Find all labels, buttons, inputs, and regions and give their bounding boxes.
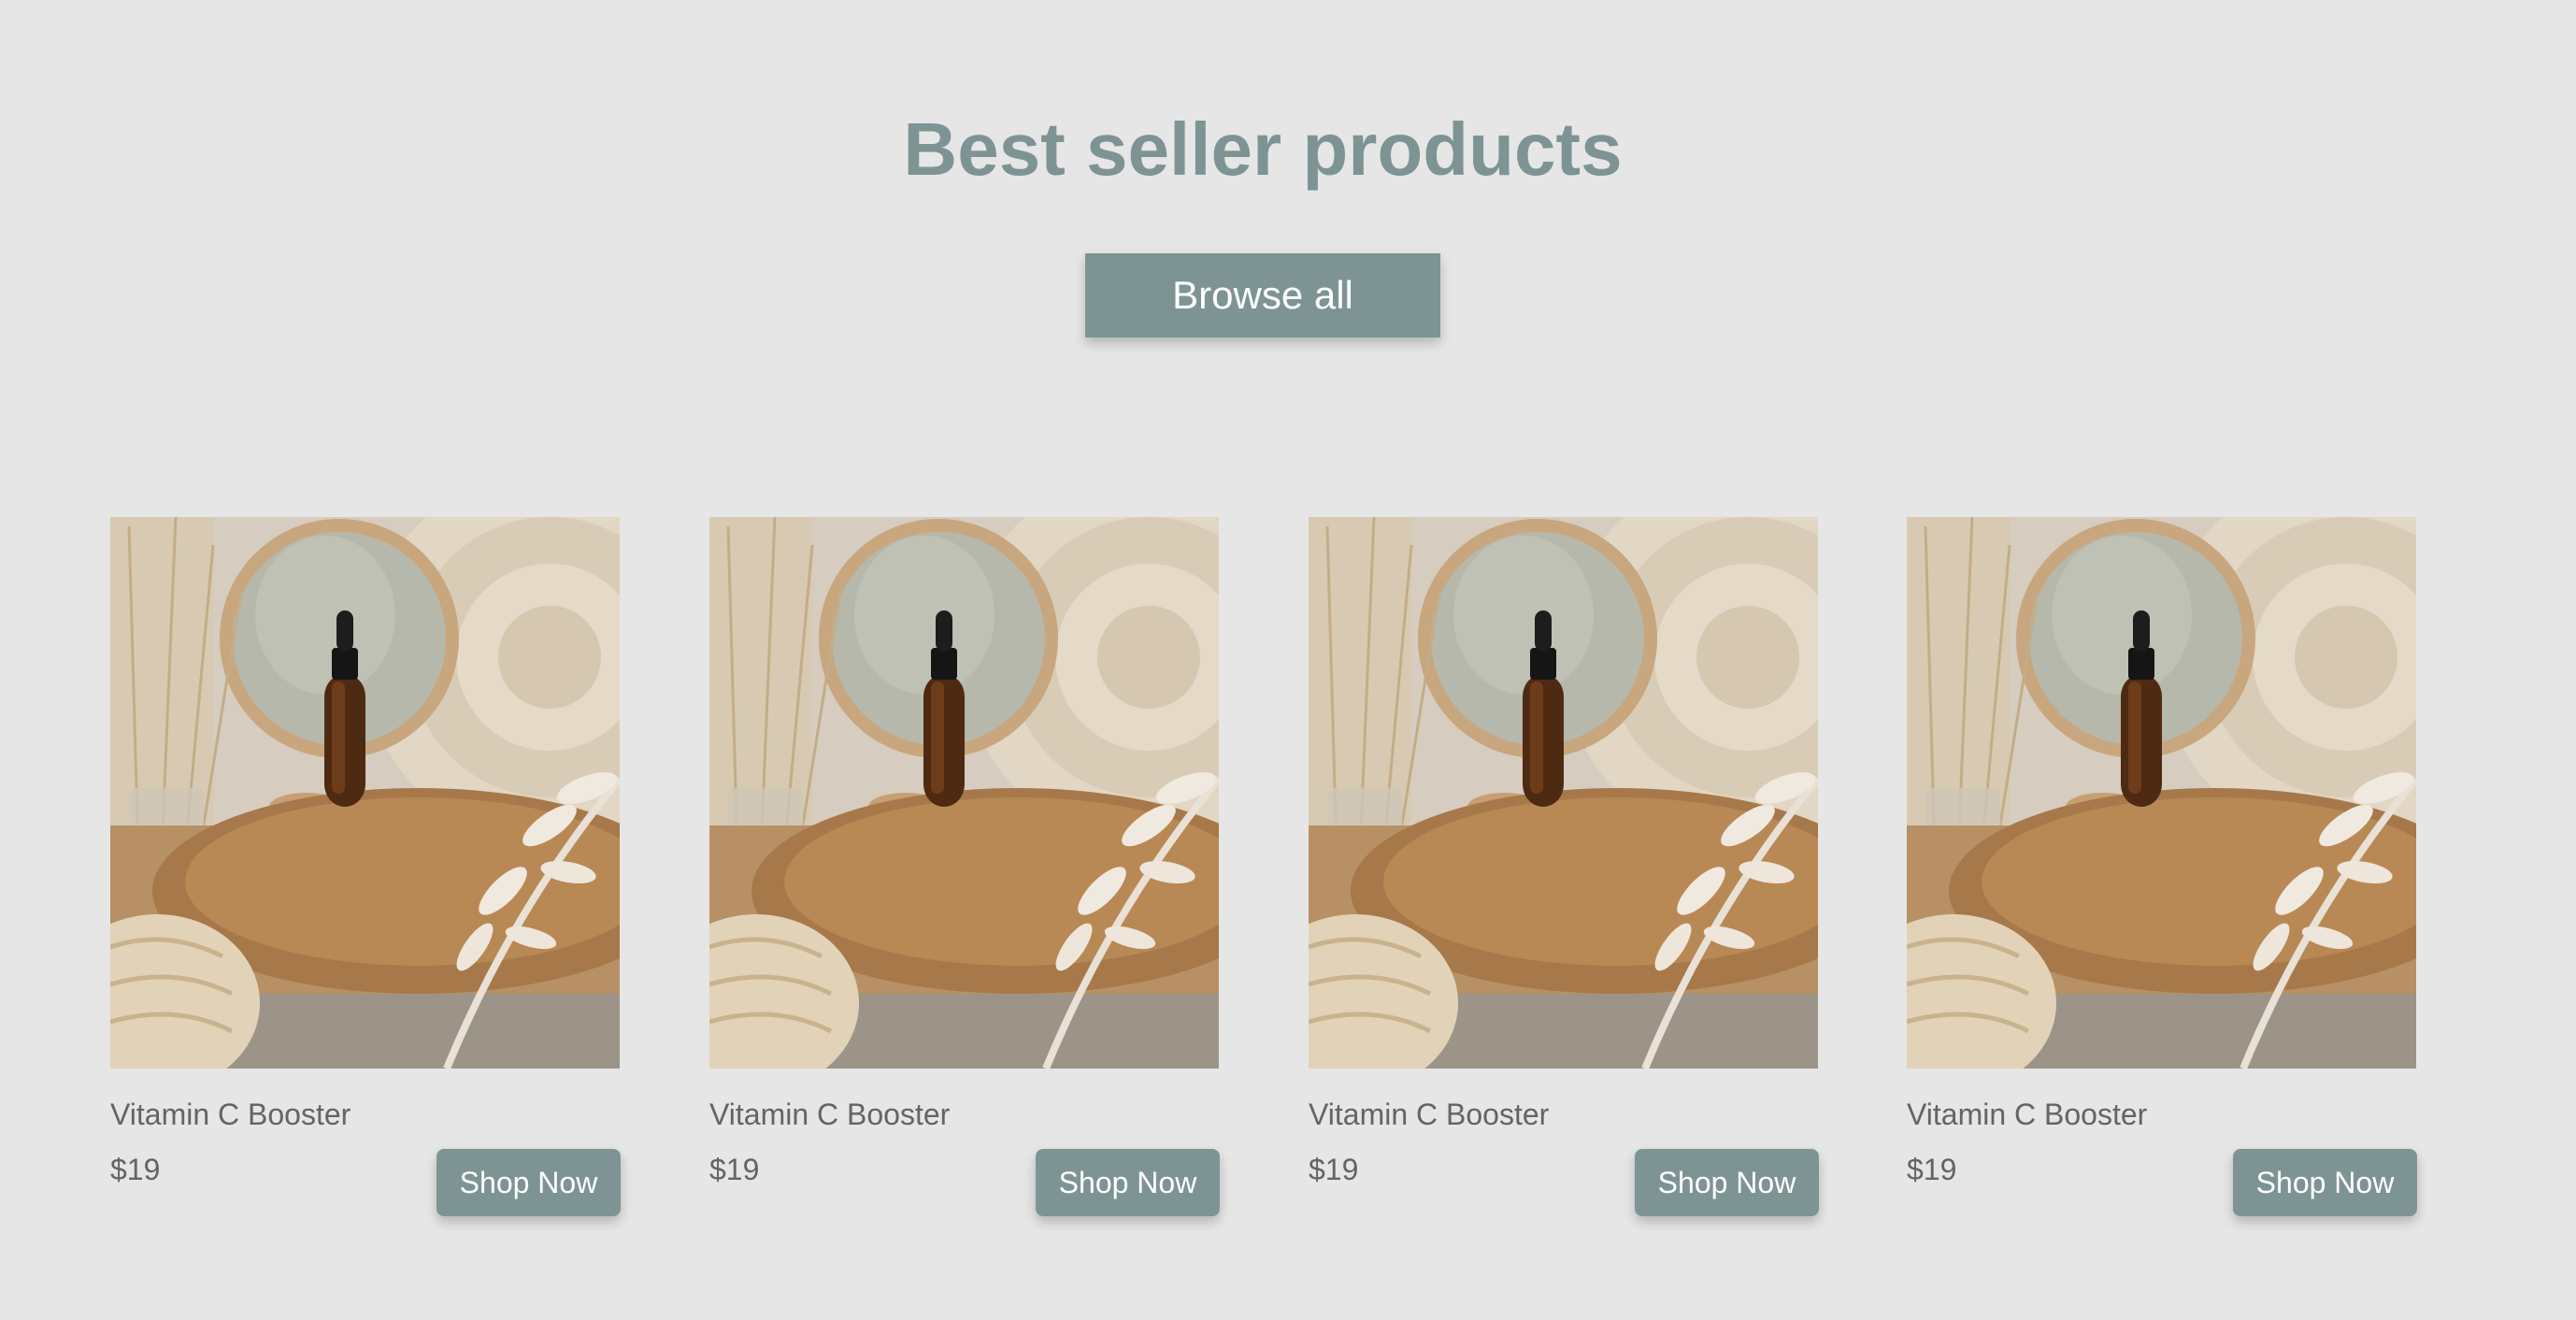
serum-bottle-photo-icon <box>110 517 620 1069</box>
serum-bottle-photo-icon <box>1309 517 1818 1069</box>
product-name: Vitamin C Booster <box>110 1098 351 1131</box>
shop-now-button[interactable]: Shop Now <box>1036 1149 1220 1216</box>
shop-now-button[interactable]: Shop Now <box>2233 1149 2417 1216</box>
product-image[interactable] <box>1309 517 1818 1069</box>
product-price: $19 <box>110 1153 161 1186</box>
product-image[interactable] <box>1907 517 2416 1069</box>
product-name: Vitamin C Booster <box>1907 1098 2148 1131</box>
serum-bottle-photo-icon <box>1907 517 2416 1069</box>
browse-all-button[interactable]: Browse all <box>1085 253 1440 337</box>
shop-now-button[interactable]: Shop Now <box>436 1149 621 1216</box>
product-card: Vitamin C Booster $19 Shop Now <box>709 517 1220 1218</box>
serum-bottle-photo-icon <box>709 517 1219 1069</box>
product-name: Vitamin C Booster <box>709 1098 951 1131</box>
product-card: Vitamin C Booster $19 Shop Now <box>1309 517 1819 1218</box>
shop-now-button[interactable]: Shop Now <box>1635 1149 1819 1216</box>
product-price: $19 <box>1907 1153 1957 1186</box>
product-name: Vitamin C Booster <box>1309 1098 1550 1131</box>
product-card: Vitamin C Booster $19 Shop Now <box>110 517 621 1218</box>
product-image[interactable] <box>709 517 1219 1069</box>
product-card: Vitamin C Booster $19 Shop Now <box>1907 517 2417 1218</box>
product-price: $19 <box>709 1153 760 1186</box>
page-title: Best seller products <box>903 108 1623 191</box>
product-price: $19 <box>1309 1153 1359 1186</box>
product-image[interactable] <box>110 517 620 1069</box>
